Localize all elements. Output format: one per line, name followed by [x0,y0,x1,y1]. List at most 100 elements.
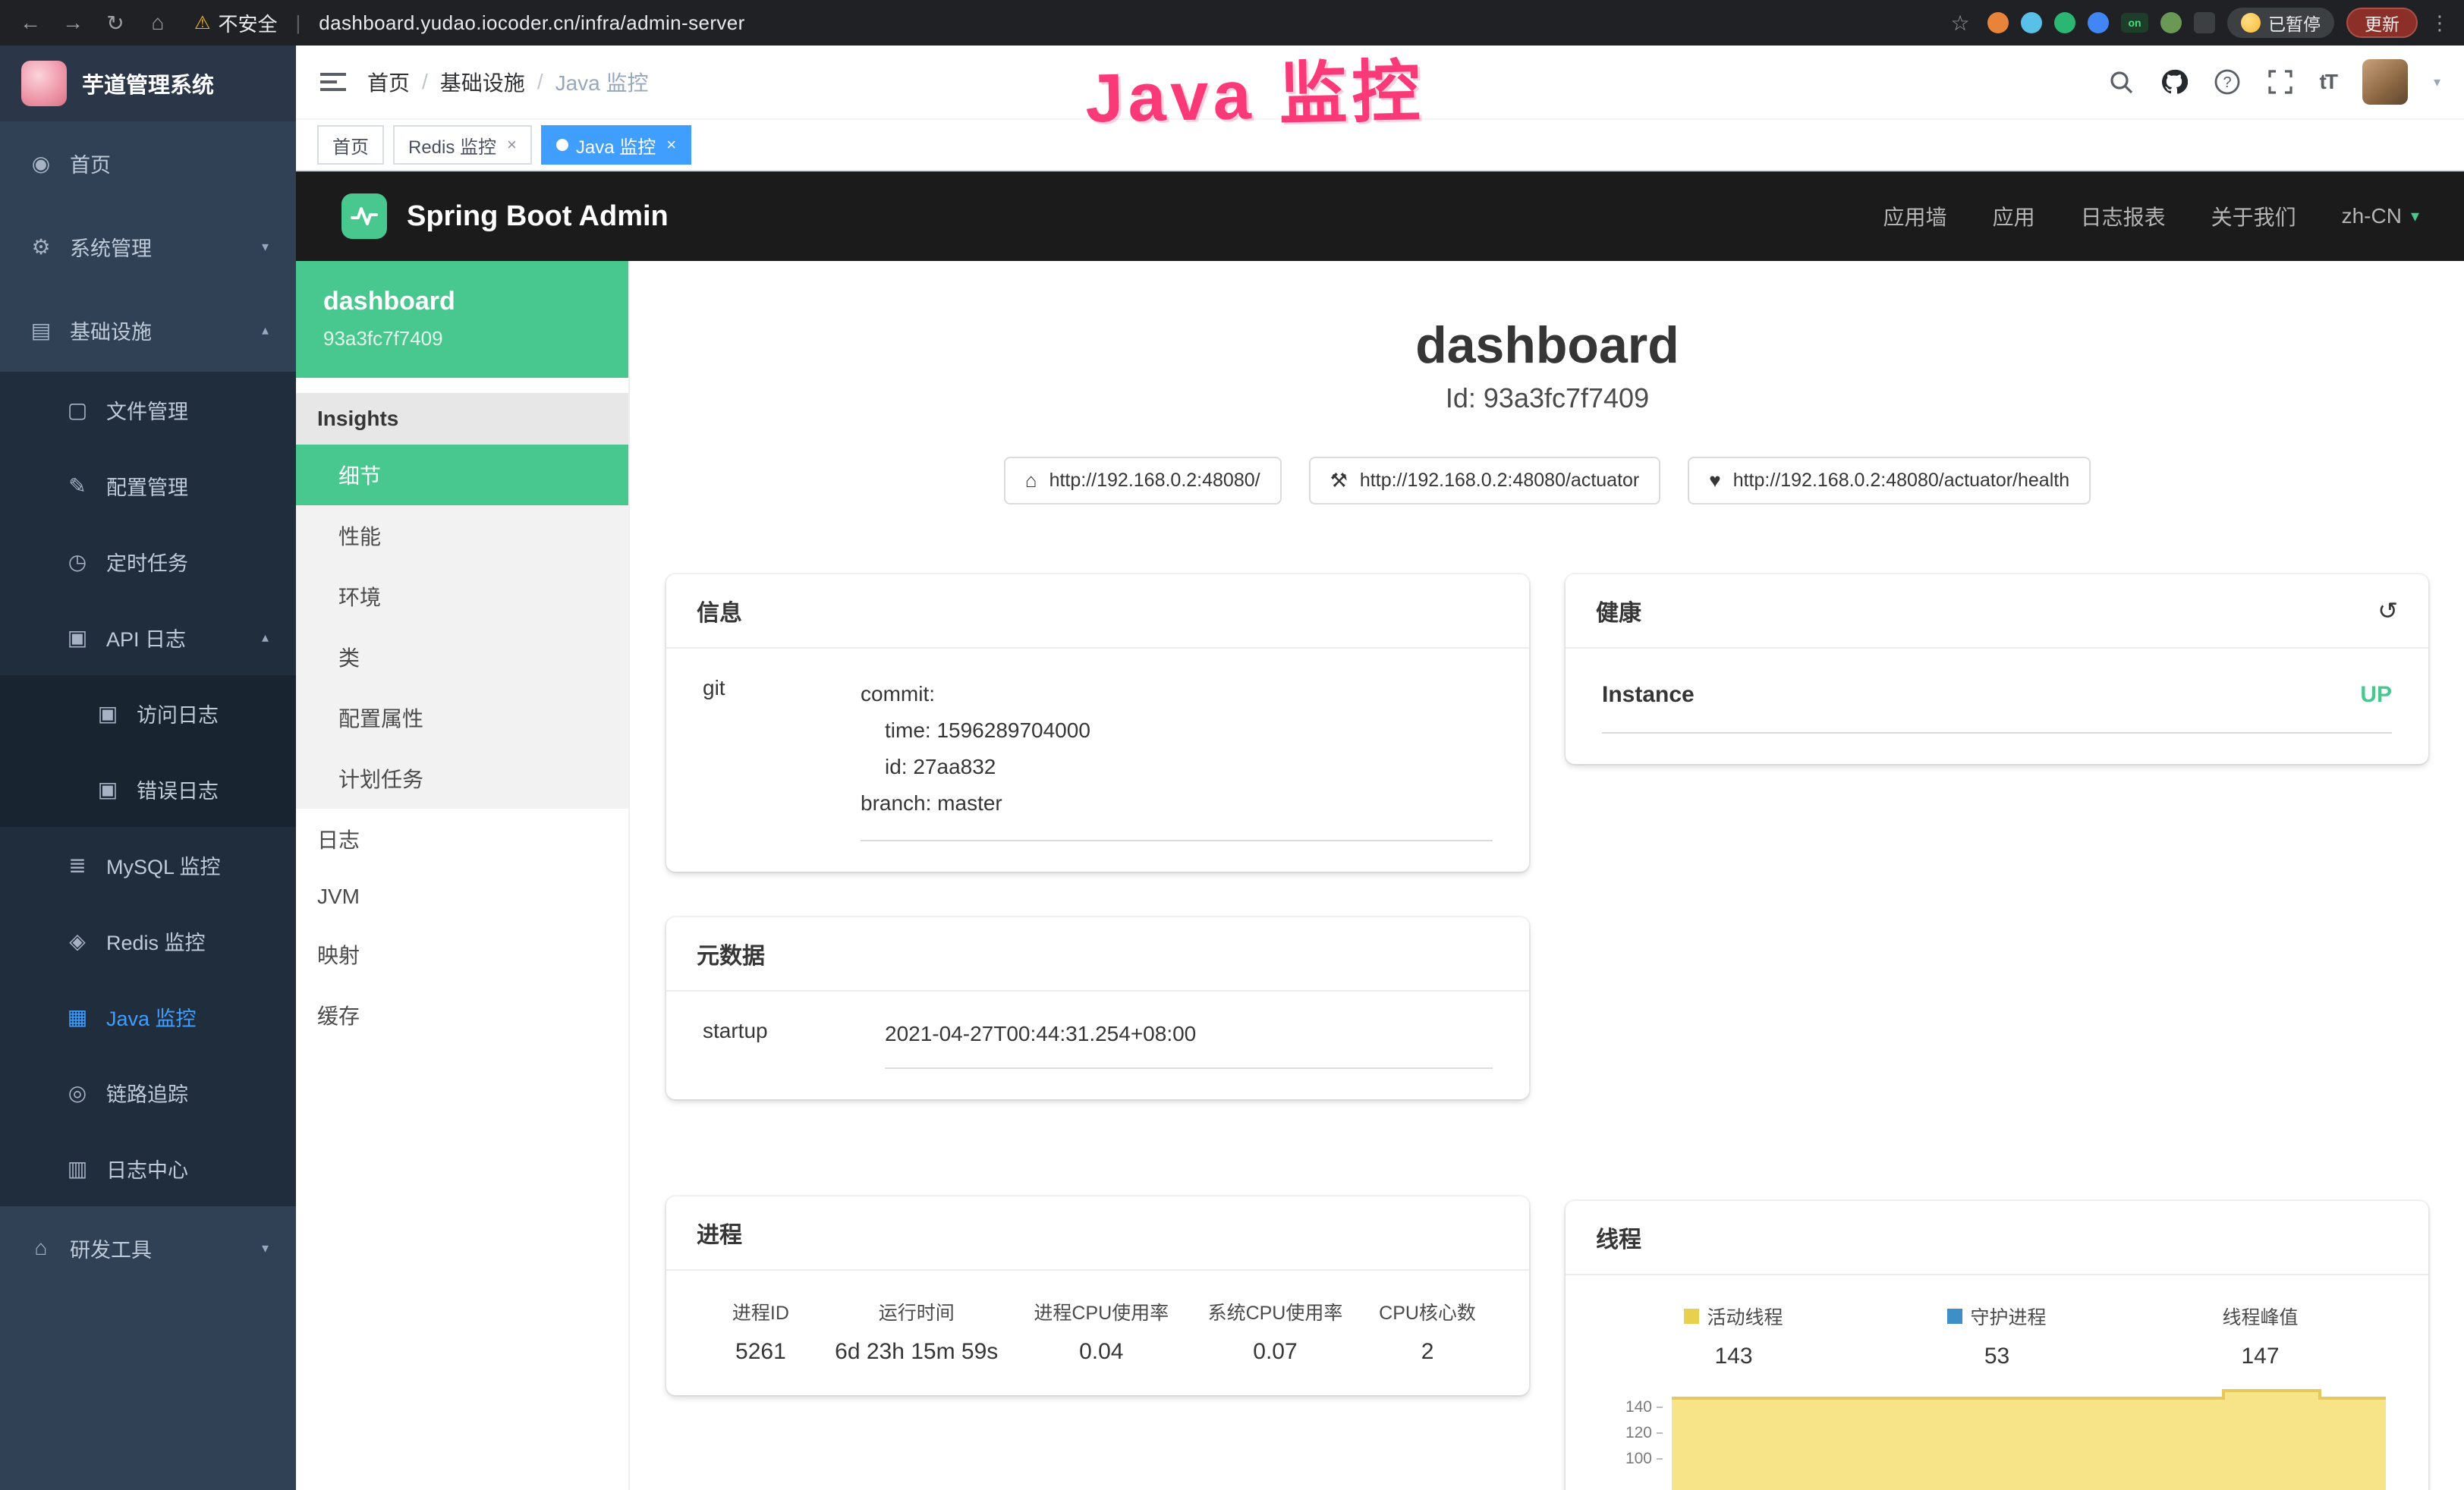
extension-icon-orange[interactable] [1987,12,2009,33]
extension-icon-green[interactable] [2054,12,2075,33]
legend-value: 143 [1602,1344,1865,1369]
sidebar-item-api-logs[interactable]: ▣ API 日志 ▴ [0,599,296,675]
sidebar-item-config-mgmt[interactable]: ✎ 配置管理 [0,448,296,523]
sba-item-config-props[interactable]: 配置属性 [296,687,628,748]
sba-section-insights[interactable]: Insights [296,393,628,445]
user-avatar[interactable] [2362,59,2408,105]
menu-label: API 日志 [106,623,186,652]
spring-boot-admin-logo-icon[interactable] [341,193,387,239]
sba-brand-title[interactable]: Spring Boot Admin [407,200,669,233]
process-col-system-cpu: 系统CPU使用率 0.07 [1188,1298,1362,1365]
breadcrumb-home[interactable]: 首页 [367,67,410,97]
topbar-actions: ? tT ▾ [2107,59,2440,105]
tab-java-monitor[interactable]: Java 监控 × [541,125,691,165]
info-key-git: git [703,676,794,841]
col-value: 5261 [703,1339,819,1365]
info-git-value: commit: time: 1596289704000 id: 27aa832 … [861,676,1493,841]
sba-nav-journal[interactable]: 日志报表 [2081,201,2166,231]
security-indicator[interactable]: ⚠ 不安全 [194,9,278,37]
sidebar-item-system-mgmt[interactable]: ⚙ 系统管理 ▾ [0,205,296,288]
sba-item-metrics[interactable]: 性能 [296,505,628,566]
tab-label: Redis 监控 [408,132,496,159]
breadcrumb-current: Java 监控 [555,67,649,97]
sidebar-item-tracing[interactable]: ◎ 链路追踪 [0,1055,296,1130]
legend-peak-threads: 线程峰值 147 [2129,1303,2392,1369]
address-bar-url[interactable]: dashboard.yudao.iocoder.cn/infra/admin-s… [319,11,744,35]
sba-item-jvm[interactable]: JVM [296,869,628,924]
sidebar-item-mysql-monitor[interactable]: ≣ MySQL 监控 [0,827,296,903]
sba-language-select[interactable]: zh-CN ▾ [2342,204,2419,228]
app-logo[interactable]: 芋道管理系统 [0,46,296,121]
monitor-icon: ▤ [27,318,55,343]
browser-home-icon[interactable]: ⌂ [143,11,173,35]
sidebar-item-scheduled-tasks[interactable]: ◷ 定时任务 [0,523,296,599]
process-col-cpus: CPU核心数 2 [1362,1298,1493,1365]
sba-item-scheduled-tasks[interactable]: 计划任务 [296,748,628,809]
sidebar-item-infrastructure[interactable]: ▤ 基础设施 ▴ [0,288,296,372]
breadcrumb-separator: / [537,70,543,94]
col-value: 2 [1362,1339,1493,1365]
security-label: 不安全 [219,9,278,37]
browser-menu-icon[interactable]: ⋮ [2430,11,2450,35]
github-icon[interactable] [2160,68,2188,96]
sba-sidebar: dashboard 93a3fc7f7409 Insights 细节 性能 环境… [296,261,630,1490]
sidebar-item-error-logs[interactable]: ▣ 错误日志 [0,751,296,827]
actuator-url-link[interactable]: ⚒ http://192.168.0.2:48080/actuator [1309,457,1661,505]
sidebar-item-log-center[interactable]: ▥ 日志中心 [0,1130,296,1206]
git-time-line: time: 1596289704000 [861,712,1493,749]
tab-home[interactable]: 首页 [317,125,384,165]
log-icon: ▣ [94,777,121,802]
extensions-puzzle-icon[interactable] [2194,12,2215,33]
health-url-link[interactable]: ♥ http://192.168.0.2:48080/actuator/heal… [1688,457,2091,505]
sba-nav-applications[interactable]: 应用 [1993,201,2035,231]
font-size-icon[interactable]: tT [2320,70,2337,94]
instance-header[interactable]: dashboard 93a3fc7f7409 [296,261,628,378]
breadcrumb-infrastructure[interactable]: 基础设施 [440,67,525,97]
avatar-caret-icon[interactable]: ▾ [2434,74,2440,90]
sba-item-caches[interactable]: 缓存 [296,985,628,1045]
service-url-link[interactable]: ⌂ http://192.168.0.2:48080/ [1004,457,1282,505]
sba-nav-wallboard[interactable]: 应用墙 [1883,201,1947,231]
sidebar-item-home[interactable]: ◉ 首页 [0,121,296,205]
health-icon: ♥ [1709,469,1720,492]
health-instance-row[interactable]: Instance UP [1602,682,2392,734]
git-id-line: id: 27aa832 [861,749,1493,785]
hamburger-icon[interactable] [320,73,346,91]
sidebar-item-java-monitor[interactable]: ▦ Java 监控 [0,979,296,1055]
col-value: 0.04 [1015,1339,1188,1365]
sba-item-environment[interactable]: 环境 [296,566,628,627]
browser-reload-icon[interactable]: ↻ [100,11,131,36]
admin-sidebar: 芋道管理系统 ◉ 首页 ⚙ 系统管理 ▾ ▤ 基础设施 ▴ ▢ [0,46,296,1490]
close-icon[interactable]: × [507,135,517,155]
profile-paused-badge[interactable]: 已暂停 [2227,8,2334,38]
sidebar-item-redis-monitor[interactable]: ◈ Redis 监控 [0,903,296,979]
sidebar-item-dev-tools[interactable]: ⌂ 研发工具 ▾ [0,1206,296,1290]
extension-icon-leaf[interactable] [2160,12,2182,33]
browser-forward-icon[interactable]: → [58,11,88,35]
sba-nav-about[interactable]: 关于我们 [2211,201,2296,231]
home-icon: ⌂ [1025,469,1037,492]
close-icon[interactable]: × [666,135,676,155]
sba-item-logs[interactable]: 日志 [296,809,628,869]
sba-item-classes[interactable]: 类 [296,627,628,687]
browser-back-icon[interactable]: ← [15,11,46,35]
pig-logo-icon [21,61,67,106]
history-icon[interactable]: ↺ [2377,596,2398,625]
metadata-card-title: 元数据 [666,917,1529,992]
instance-name: dashboard [323,287,601,316]
sba-item-details[interactable]: 细节 [296,445,628,505]
chrome-update-button[interactable]: 更新 [2346,8,2418,38]
tab-redis-monitor[interactable]: Redis 监控 × [393,125,532,165]
fullscreen-icon[interactable] [2267,68,2294,96]
extension-icon-blue-drop[interactable] [2021,12,2042,33]
sidebar-item-access-logs[interactable]: ▣ 访问日志 [0,675,296,751]
search-icon[interactable] [2107,68,2135,96]
sba-item-mappings[interactable]: 映射 [296,924,628,985]
bookmark-star-icon[interactable]: ☆ [1945,11,1975,36]
help-icon[interactable]: ? [2214,68,2241,96]
sidebar-item-file-mgmt[interactable]: ▢ 文件管理 [0,372,296,448]
extension-icon-on-badge[interactable]: on [2121,13,2148,33]
trace-icon: ◎ [64,1080,91,1105]
extension-icon-grid[interactable] [2088,12,2109,33]
breadcrumb-separator: / [422,70,428,94]
